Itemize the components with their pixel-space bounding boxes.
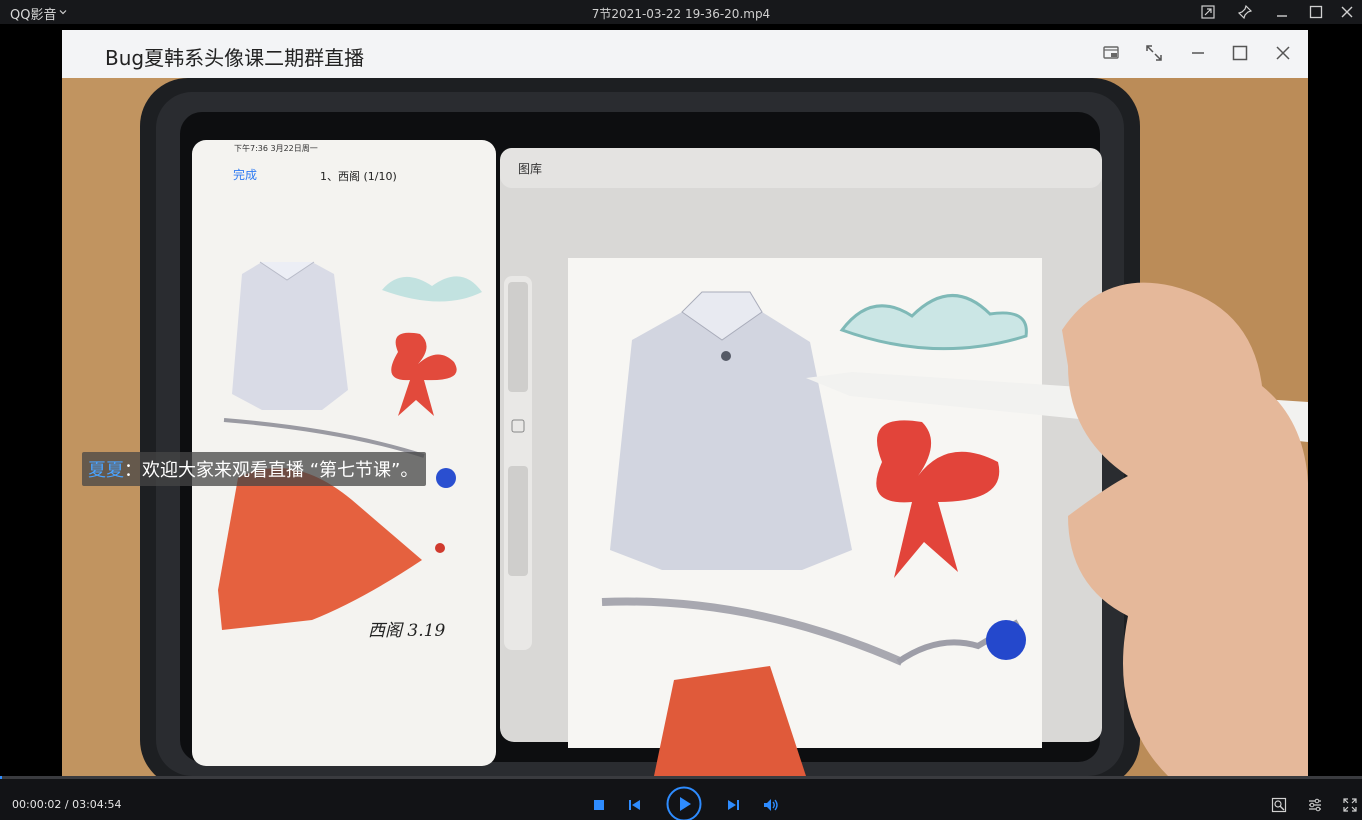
progress-fill	[0, 776, 3, 779]
control-bar: 00:00:02 / 03:04:54	[0, 776, 1362, 820]
fullscreen-toggle-icon[interactable]	[1340, 795, 1360, 815]
player-window: QQ影音 7节2021-03-22 19-36-20.mp4 下午7:36 3月…	[0, 0, 1362, 820]
share-window-icon	[1098, 40, 1124, 66]
play-icon[interactable]	[666, 786, 702, 820]
screenshot-icon[interactable]	[1269, 795, 1289, 815]
subtitle-speaker: 夏夏	[88, 460, 124, 481]
video-frame-drawing	[62, 30, 1308, 776]
previous-icon[interactable]	[626, 796, 644, 814]
meeting-title-bar: Bug夏韩系头像课二期群直播	[62, 30, 1308, 78]
tablet-doc-title: 1、西阁 (1/10)	[320, 170, 397, 183]
title-bar[interactable]: QQ影音 7节2021-03-22 19-36-20.mp4	[0, 0, 1362, 24]
tablet-done-button: 完成	[233, 168, 258, 182]
fullscreen-icon	[1141, 40, 1167, 66]
minimize-icon	[1185, 40, 1211, 66]
minimize-icon[interactable]	[1271, 2, 1293, 22]
tablet-gallery-label: 图库	[518, 162, 543, 176]
maximize-icon	[1227, 40, 1253, 66]
video-frame[interactable]: 下午7:36 3月22日周一 完成 1、西阁 (1/10) 图库 西阁 3.19	[62, 30, 1308, 776]
tablet-signature: 西阁 3.19	[368, 621, 446, 641]
pin-icon[interactable]	[1234, 2, 1256, 22]
tablet-status-time: 下午7:36 3月22日周一	[234, 144, 318, 153]
volume-icon[interactable]	[761, 796, 781, 814]
subtitle: 夏夏 ： 欢迎大家来观看直播 “第七节课”。	[82, 452, 427, 486]
stop-icon[interactable]	[590, 796, 608, 814]
mini-mode-icon[interactable]	[1197, 2, 1219, 22]
time-display: 00:00:02 / 03:04:54	[12, 798, 122, 811]
next-icon[interactable]	[724, 796, 742, 814]
close-icon	[1270, 40, 1296, 66]
progress-bar[interactable]	[0, 776, 1362, 779]
video-area[interactable]: 下午7:36 3月22日周一 完成 1、西阁 (1/10) 图库 西阁 3.19…	[0, 24, 1362, 776]
file-title: 7节2021-03-22 19-36-20.mp4	[591, 7, 771, 21]
settings-icon[interactable]	[1305, 795, 1325, 815]
meeting-title: Bug夏韩系头像课二期群直播	[105, 46, 365, 70]
close-icon[interactable]	[1336, 2, 1358, 22]
subtitle-separator: ：	[124, 460, 142, 481]
subtitle-text: 欢迎大家来观看直播 “第七节课”。	[142, 460, 419, 481]
maximize-icon[interactable]	[1305, 2, 1327, 22]
